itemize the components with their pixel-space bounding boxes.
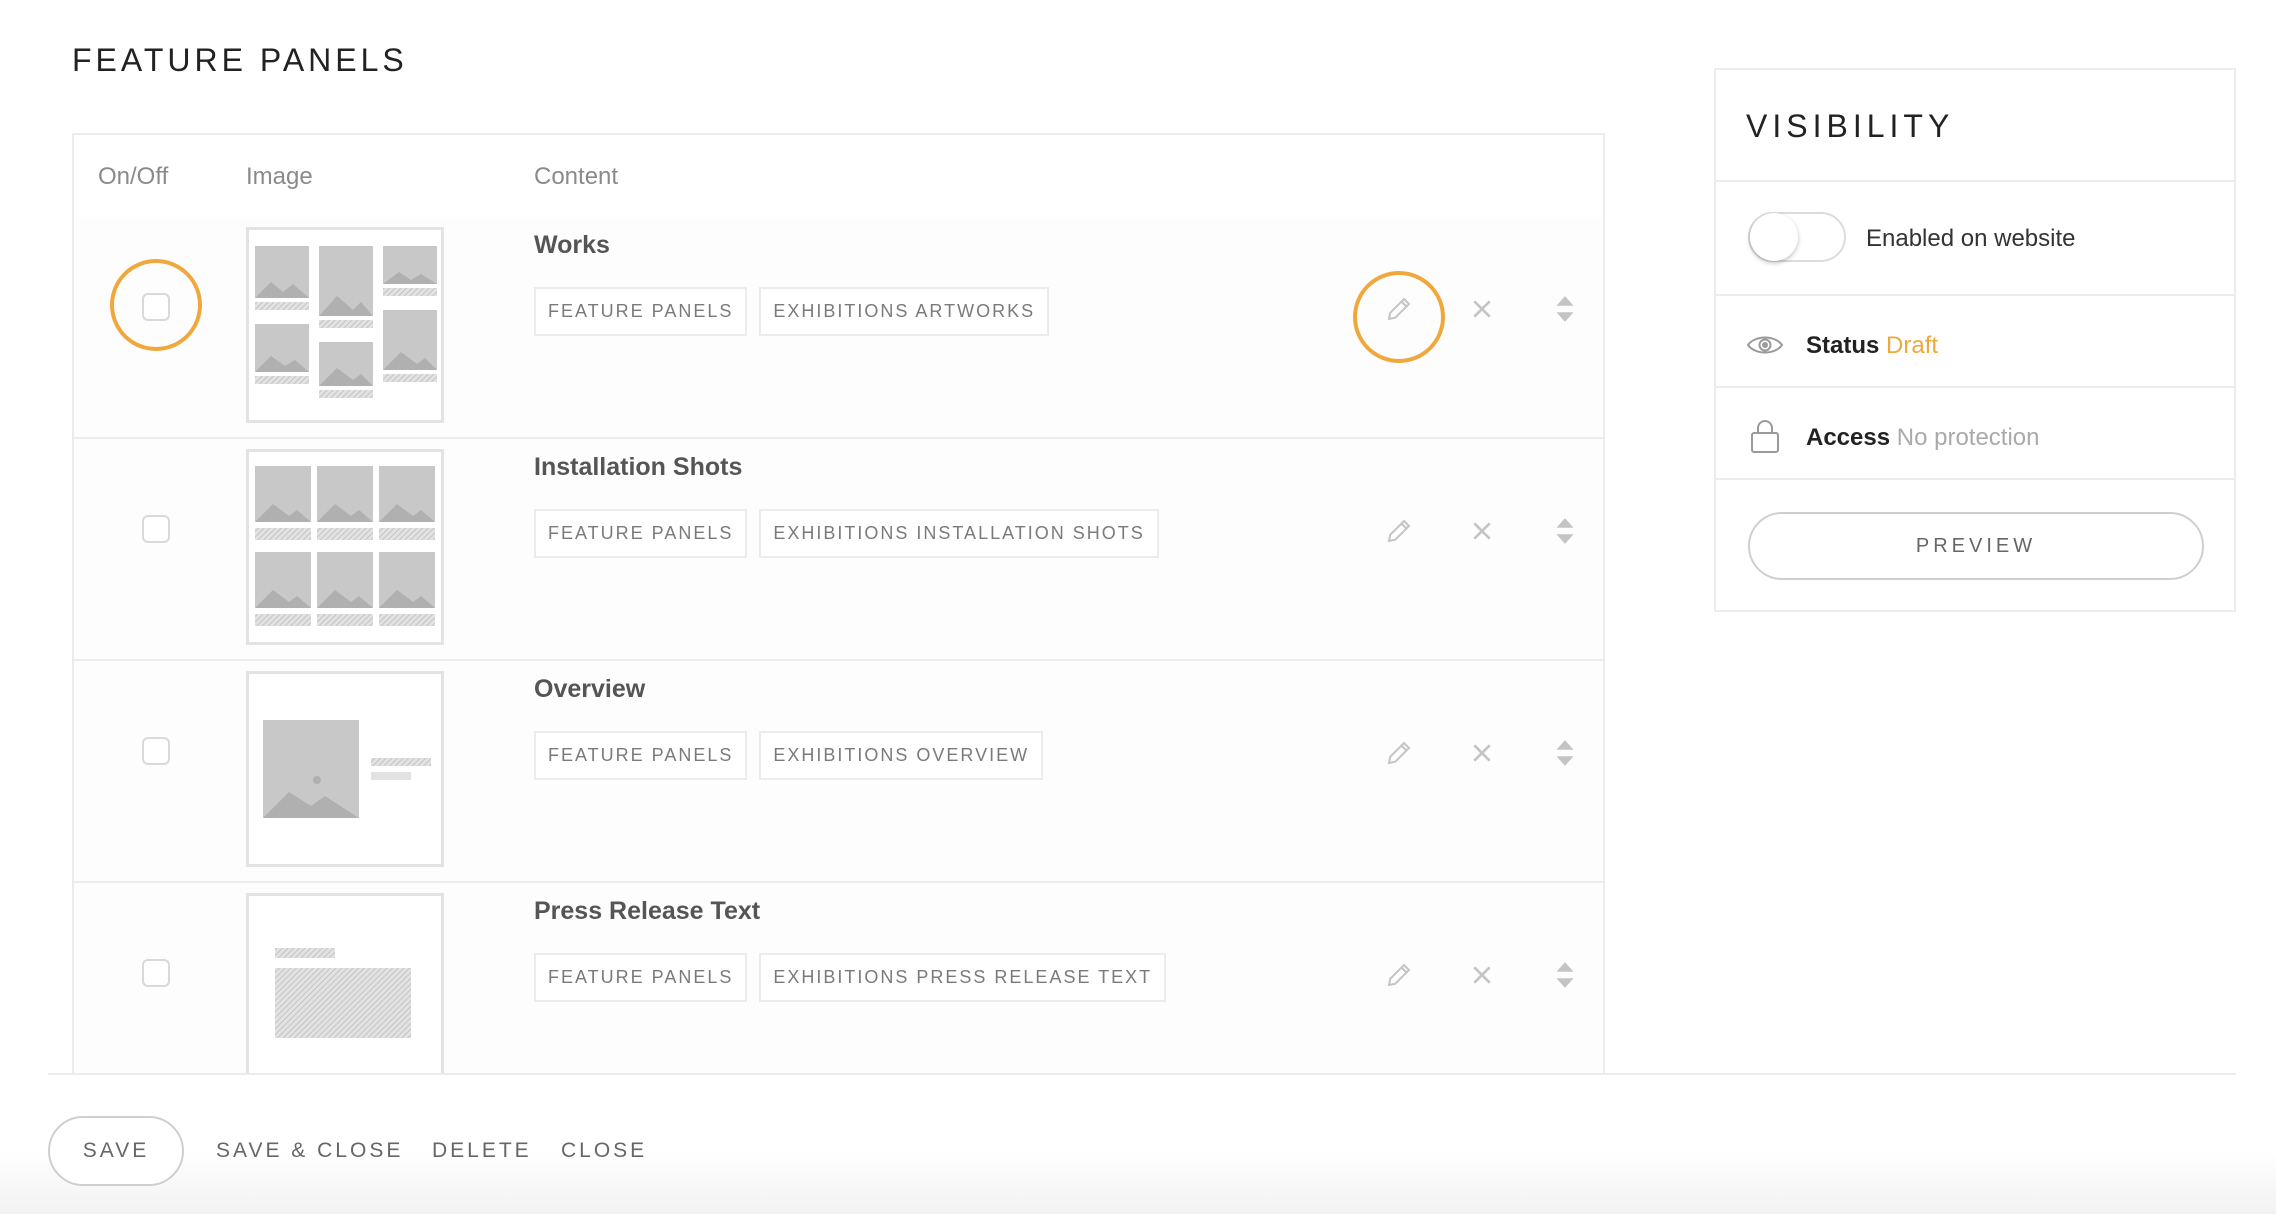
table-row: Overview FEATURE PANELS EXHIBITIONS OVER…	[74, 661, 1603, 883]
divider	[1716, 294, 2234, 296]
sort-handle[interactable]	[1545, 955, 1585, 995]
edit-button[interactable]	[1379, 733, 1419, 773]
save-and-close-button[interactable]: SAVE & CLOSE	[216, 1139, 403, 1163]
pencil-icon	[1387, 297, 1411, 321]
tag-list: FEATURE PANELS EXHIBITIONS PRESS RELEASE…	[534, 953, 1167, 1002]
close-button[interactable]: CLOSE	[561, 1139, 647, 1163]
delete-row-button[interactable]	[1462, 733, 1502, 773]
row-title: Installation Shots	[534, 453, 743, 481]
column-header-image: Image	[246, 163, 313, 190]
tag: EXHIBITIONS INSTALLATION SHOTS	[759, 509, 1159, 558]
row-toggle-checkbox[interactable]	[142, 515, 170, 543]
close-icon	[1473, 300, 1491, 318]
tag: EXHIBITIONS ARTWORKS	[759, 287, 1050, 336]
table-header: On/Off Image Content	[74, 135, 1603, 219]
panel-thumbnail	[246, 893, 444, 1073]
panel-thumbnail	[246, 449, 444, 645]
sort-arrows-icon	[1556, 518, 1574, 544]
panel-thumbnail	[246, 227, 444, 423]
visibility-title: VISIBILITY	[1746, 108, 1955, 144]
table-row: Works FEATURE PANELS EXHIBITIONS ARTWORK…	[74, 217, 1603, 439]
enabled-toggle-label: Enabled on website	[1866, 225, 2076, 252]
table-row: Press Release Text FEATURE PANELS EXHIBI…	[74, 883, 1603, 1073]
access-label: Access	[1806, 424, 1891, 451]
tag-list: FEATURE PANELS EXHIBITIONS ARTWORKS	[534, 287, 1050, 336]
sort-arrows-icon	[1556, 962, 1574, 988]
save-button[interactable]: SAVE	[48, 1116, 184, 1186]
page-title: FEATURE PANELS	[72, 42, 408, 78]
sort-handle[interactable]	[1545, 733, 1585, 773]
sort-arrows-icon	[1556, 740, 1574, 766]
tag: FEATURE PANELS	[534, 509, 748, 558]
sort-handle[interactable]	[1545, 511, 1585, 551]
preview-button[interactable]: PREVIEW	[1748, 512, 2204, 580]
sort-handle[interactable]	[1545, 289, 1585, 329]
row-title: Works	[534, 231, 610, 259]
row-title: Press Release Text	[534, 897, 761, 925]
edit-button[interactable]	[1379, 511, 1419, 551]
tag: EXHIBITIONS PRESS RELEASE TEXT	[759, 953, 1167, 1002]
row-toggle-checkbox[interactable]	[142, 959, 170, 987]
close-icon	[1473, 522, 1491, 540]
row-toggle-checkbox[interactable]	[142, 737, 170, 765]
column-header-onoff: On/Off	[98, 163, 169, 190]
sort-arrows-icon	[1556, 296, 1574, 322]
status-label: Status	[1806, 332, 1880, 359]
column-header-content: Content	[534, 163, 619, 190]
divider	[1716, 180, 2234, 182]
row-title: Overview	[534, 675, 646, 703]
tag: FEATURE PANELS	[534, 953, 748, 1002]
tag: FEATURE PANELS	[534, 287, 748, 336]
pencil-icon	[1387, 963, 1411, 987]
delete-row-button[interactable]	[1462, 955, 1502, 995]
feature-panels-table: On/Off Image Content Works FEATURE PANEL…	[72, 133, 1605, 1073]
status-value: Draft	[1886, 332, 1939, 359]
close-icon	[1473, 966, 1491, 984]
edit-button[interactable]	[1379, 955, 1419, 995]
lock-icon	[1751, 420, 1779, 453]
row-toggle-checkbox[interactable]	[142, 293, 170, 321]
edit-button[interactable]	[1379, 289, 1419, 329]
enabled-toggle[interactable]	[1748, 212, 1846, 262]
visibility-panel: VISIBILITY Enabled on website Status Dra…	[1714, 68, 2236, 612]
delete-row-button[interactable]	[1462, 511, 1502, 551]
footer-actions: SAVE SAVE & CLOSE DELETE CLOSE	[0, 1075, 2276, 1214]
eye-icon	[1746, 336, 1784, 354]
delete-button[interactable]: DELETE	[432, 1139, 532, 1163]
pencil-icon	[1387, 519, 1411, 543]
close-icon	[1473, 744, 1491, 762]
table-row: Installation Shots FEATURE PANELS EXHIBI…	[74, 439, 1603, 661]
tag-list: FEATURE PANELS EXHIBITIONS OVERVIEW	[534, 731, 1044, 780]
delete-row-button[interactable]	[1462, 289, 1502, 329]
access-value: No protection	[1896, 424, 2040, 451]
divider	[1716, 386, 2234, 388]
tag: EXHIBITIONS OVERVIEW	[759, 731, 1044, 780]
tag: FEATURE PANELS	[534, 731, 748, 780]
panel-thumbnail	[246, 671, 444, 867]
status-row: Status Draft	[1806, 332, 1938, 360]
pencil-icon	[1387, 741, 1411, 765]
tag-list: FEATURE PANELS EXHIBITIONS INSTALLATION …	[534, 509, 1159, 558]
divider	[1716, 478, 2234, 480]
toggle-knob	[1750, 213, 1798, 261]
access-row: Access No protection	[1806, 424, 2040, 452]
